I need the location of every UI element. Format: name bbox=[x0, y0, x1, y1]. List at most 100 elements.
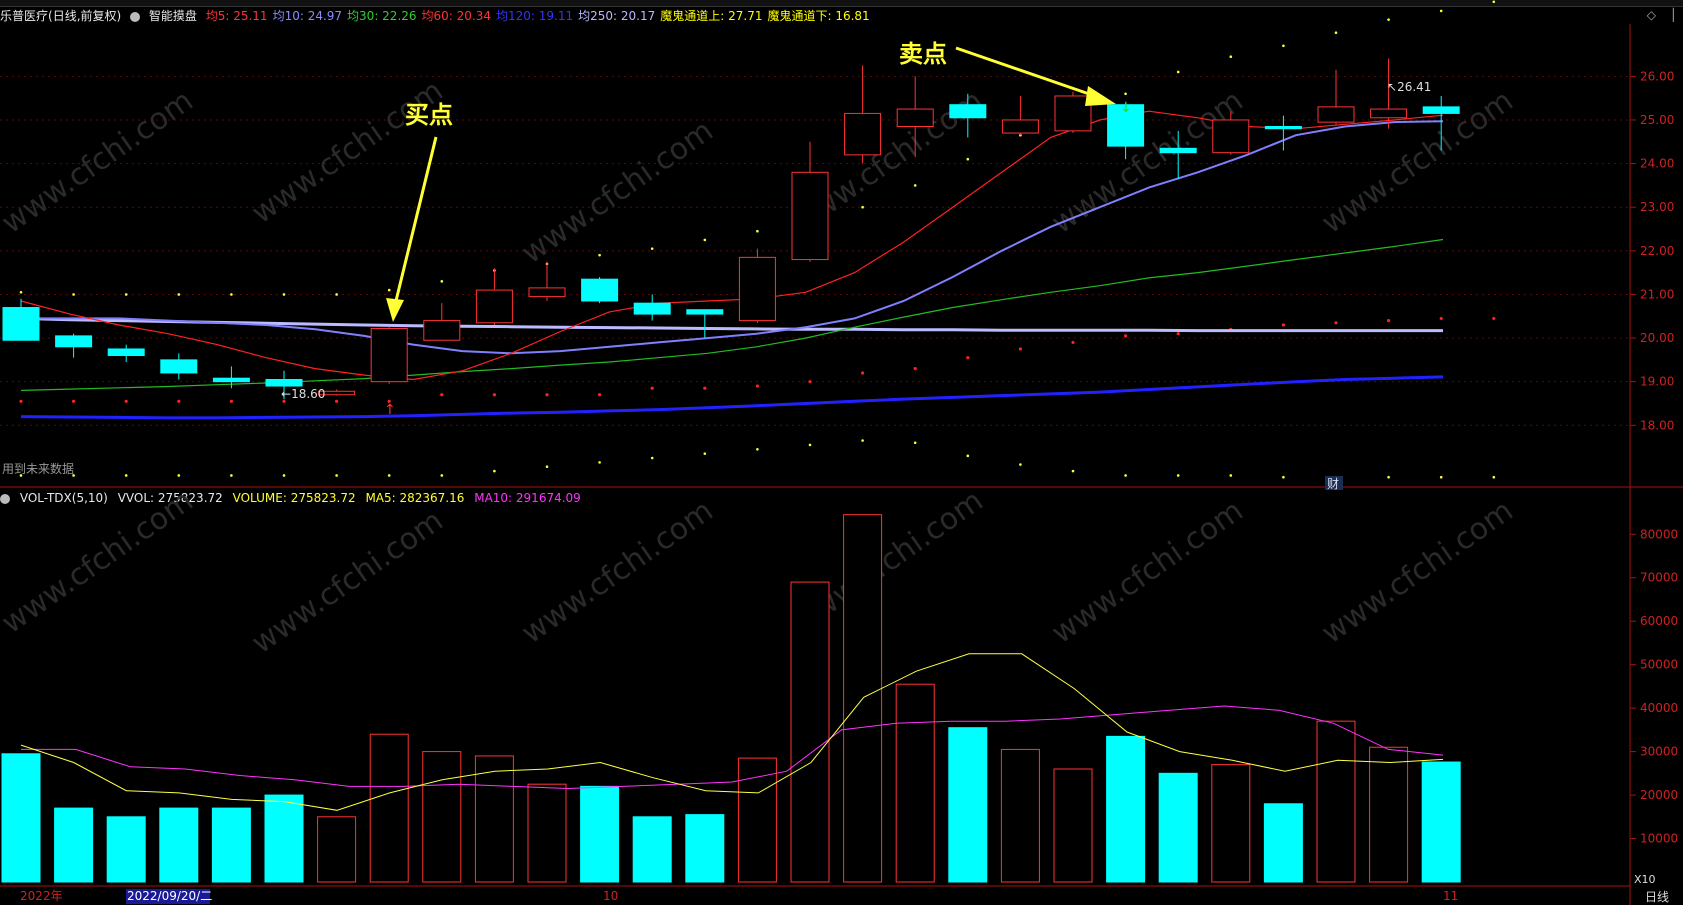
volume-bar-down bbox=[1421, 761, 1461, 883]
channel-lower-dot bbox=[124, 474, 128, 477]
support-dot bbox=[650, 386, 654, 390]
channel-upper-dot bbox=[124, 293, 128, 296]
channel-upper-dot bbox=[598, 253, 601, 257]
price-tick-label: 25.00 bbox=[1640, 113, 1674, 127]
support-dot bbox=[19, 399, 23, 403]
moving-average-lines bbox=[20, 110, 1444, 420]
candle-down bbox=[55, 335, 93, 348]
candle-up bbox=[1001, 119, 1039, 134]
support-dot bbox=[440, 393, 444, 397]
candle-up bbox=[896, 108, 934, 128]
volume-bar-down bbox=[54, 807, 94, 883]
watermark-layer: www.cfchi.com www.cfchi.com www.cfchi.com w… bbox=[0, 73, 1520, 661]
support-dot bbox=[808, 380, 812, 384]
channel-lower-dot bbox=[966, 454, 970, 458]
vol-tick-label: 20000 bbox=[1640, 788, 1678, 802]
candle-down bbox=[160, 359, 198, 374]
vol-tick-label: 10000 bbox=[1640, 832, 1678, 846]
support-dot bbox=[1176, 332, 1180, 336]
channel-upper-dot bbox=[650, 247, 654, 250]
volume-bar-down bbox=[1158, 772, 1198, 883]
support-dot bbox=[492, 393, 496, 397]
watermark-text: www.cfchi.com bbox=[0, 83, 200, 241]
channel-upper-dot bbox=[335, 293, 338, 296]
candle-up bbox=[528, 287, 566, 298]
channel-lower-dot bbox=[1019, 463, 1022, 466]
buy-arrow-head bbox=[386, 298, 404, 322]
volume-bar-up bbox=[474, 755, 514, 883]
channel-lower-dot bbox=[703, 452, 707, 455]
channel-upper-dot bbox=[72, 293, 75, 296]
watermark-text: www.cfchi.com bbox=[1315, 493, 1519, 651]
channel-lower-dot bbox=[1387, 475, 1390, 479]
volume-grid: 10000 20000 30000 40000 50000 60000 70000 80000 bbox=[1630, 527, 1678, 846]
ma10-line bbox=[21, 120, 1444, 355]
channel-upper-dot bbox=[440, 280, 444, 283]
channel-upper-dot bbox=[1334, 31, 1338, 35]
channel-lower-dot bbox=[1439, 475, 1443, 479]
channel-lower-dot bbox=[440, 474, 444, 477]
candle-up bbox=[738, 256, 776, 322]
volume-bar-up bbox=[527, 783, 567, 883]
volume-bar-up bbox=[1211, 764, 1251, 883]
support-dot bbox=[1124, 334, 1128, 338]
channel-lower-dot bbox=[177, 474, 181, 477]
volume-bar-up bbox=[895, 683, 935, 883]
vol-tick-label: 80000 bbox=[1640, 527, 1678, 541]
x-axis-oct: 10 bbox=[603, 889, 618, 903]
volume-bar-up bbox=[790, 581, 830, 883]
channel-lower-dot bbox=[335, 474, 338, 477]
volume-bar-up bbox=[422, 751, 462, 883]
channel-upper-dot bbox=[1387, 18, 1390, 21]
x-axis-cursor-date: 2022/09/20/二 bbox=[127, 889, 212, 903]
volume-bar-down bbox=[159, 807, 199, 883]
candle-up bbox=[475, 289, 513, 324]
annotation-sell: 卖点 bbox=[899, 40, 947, 68]
candle-down bbox=[1422, 106, 1460, 114]
channel-lower-dot bbox=[387, 474, 391, 477]
candle-up bbox=[1370, 108, 1408, 119]
channel-lower-dot bbox=[913, 441, 917, 445]
watermark-text: www.cfchi.com bbox=[245, 503, 449, 661]
annotation-buy: 买点 bbox=[405, 101, 453, 129]
volume-bar-down bbox=[211, 807, 251, 883]
volume-bar-up bbox=[317, 816, 357, 883]
period-tab[interactable]: 日线 bbox=[1645, 890, 1669, 904]
price-tick-label: 24.00 bbox=[1640, 157, 1674, 171]
volume-bar-down bbox=[1106, 735, 1146, 883]
support-dot bbox=[1281, 323, 1285, 327]
channel-upper-dot bbox=[177, 293, 181, 296]
channel-upper-dot bbox=[966, 157, 970, 161]
ma30-line bbox=[20, 238, 1444, 391]
volume-bar-down bbox=[1263, 803, 1303, 883]
channel-lower-dot bbox=[808, 443, 812, 447]
support-dot bbox=[124, 399, 128, 403]
channel-lower-dot bbox=[282, 474, 286, 477]
kline-chart[interactable]: www.cfchi.com www.cfchi.com www.cfchi.com w… bbox=[0, 0, 1683, 905]
zoom-label[interactable]: X10 bbox=[1634, 873, 1656, 886]
candle-down bbox=[686, 309, 724, 315]
watermark-text: www.cfchi.com bbox=[1045, 493, 1249, 651]
volume-bar-down bbox=[580, 785, 620, 883]
channel-upper-dot bbox=[230, 293, 233, 296]
channel-lower-dot bbox=[1282, 475, 1285, 479]
candle-up bbox=[423, 320, 461, 341]
candle-up bbox=[844, 112, 882, 156]
channel-upper-dot bbox=[19, 290, 23, 294]
support-dot bbox=[913, 366, 917, 371]
channel-upper-dot bbox=[1439, 9, 1443, 13]
sell-arrow-head bbox=[1085, 86, 1116, 106]
channel-upper-dot bbox=[913, 184, 917, 187]
candle-down bbox=[581, 278, 619, 302]
channel-lower-dot bbox=[598, 461, 601, 464]
candle-down bbox=[1159, 147, 1197, 154]
volume-bar-down bbox=[106, 816, 146, 883]
cai-label[interactable]: 财 bbox=[1327, 477, 1339, 491]
candle-down bbox=[107, 348, 145, 357]
volume-bar-down bbox=[632, 816, 672, 883]
support-dot bbox=[177, 399, 181, 403]
support-dot bbox=[1334, 321, 1338, 325]
channel-lower-dot bbox=[756, 447, 759, 451]
volume-bar-up bbox=[369, 733, 409, 883]
support-dot bbox=[72, 399, 76, 403]
